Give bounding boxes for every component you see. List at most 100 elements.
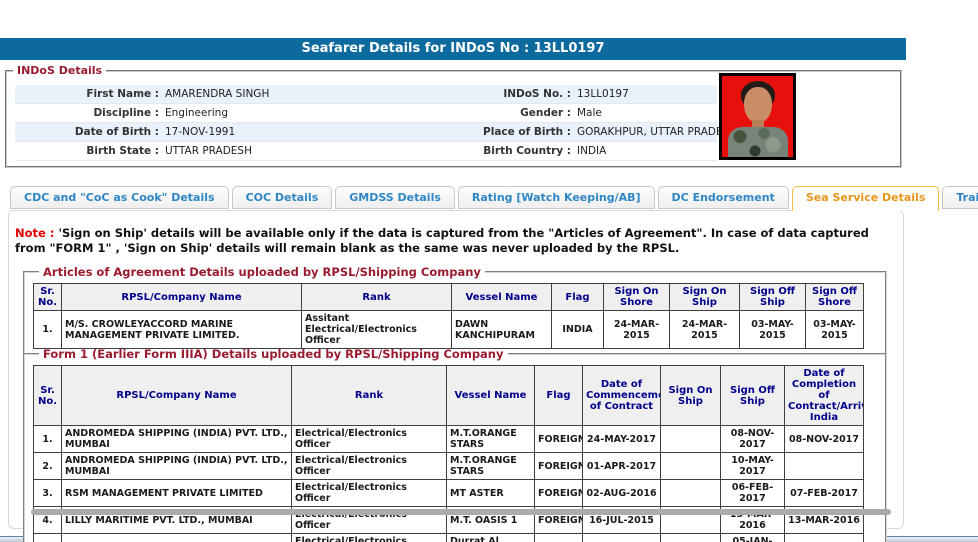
table-cell	[660, 425, 721, 453]
field-label: First Name :	[86, 88, 159, 100]
field-label: Place of Birth :	[483, 126, 571, 138]
details-row: Date of Birth : 17-NOV-1991 Place of Birth…	[15, 123, 737, 142]
seafarer-photo	[719, 73, 796, 160]
table-row: 2. ANDROMEDA SHIPPING (INDIA) PVT. LTD., …	[33, 452, 864, 480]
articles-legend: Articles of Agreement Details uploaded b…	[43, 265, 481, 279]
details-row: Birth State : UTTAR PRADESH Birth Country …	[15, 142, 717, 161]
table-cell	[660, 452, 721, 480]
table-cell	[784, 452, 864, 480]
column-header: Date of Commencement of Contract	[582, 365, 661, 426]
details-row: Discipline : Engineering Gender : Male	[15, 104, 717, 123]
details-row: First Name : AMARENDRA SINGH INDoS No. : 13…	[15, 85, 717, 104]
table-cell: 5.	[33, 533, 62, 542]
column-header: Sign Off Ship	[720, 365, 785, 426]
table-cell: 24-MAR-2015	[603, 310, 670, 349]
table-cell: FOREIGN	[534, 452, 583, 480]
table-cell: Electrical/Electronics Officer	[291, 533, 447, 542]
tab-bar: CDC and "CoC as Cook" Details COC Details…	[10, 186, 978, 211]
articles-table: Sr. No. RPSL/Company Name Rank Vessel Name F…	[33, 283, 864, 349]
tab-cdc-and-coc-as-cook-details[interactable]: CDC and "CoC as Cook" Details	[10, 186, 229, 209]
column-header: RPSL/Company Name	[61, 365, 292, 426]
tab-sea-service-details[interactable]: Sea Service Details	[791, 186, 940, 211]
field-value: INDIA	[577, 145, 607, 157]
table-cell: 03-MAY-2015	[739, 310, 806, 349]
column-header: Vessel Name	[451, 283, 552, 311]
table-cell: Electrical/Electronics Officer	[291, 425, 447, 453]
table-cell: 06-JAN-2015	[784, 533, 864, 542]
table-cell: INDIA	[551, 310, 604, 349]
column-header: Flag	[551, 283, 604, 311]
form1-legend: Form 1 (Earlier Form IIIA) Details uploa…	[43, 347, 504, 361]
table-cell: Electrical/Electronics Officer	[291, 452, 447, 480]
note-prefix: Note :	[15, 226, 55, 240]
table-row: 5.LOYALTY MARINE SERVICES PVT. LTD.Elect…	[33, 533, 864, 542]
column-header: Date of Completion of Contract/Arriving …	[784, 365, 864, 426]
table-cell: 3.	[33, 479, 62, 507]
tab-dc-endorsement[interactable]: DC Endorsement	[657, 186, 789, 209]
table-cell: 07-FEB-2017	[784, 479, 864, 507]
table-cell: 24-MAR-2015	[669, 310, 740, 349]
field-value: Male	[577, 107, 602, 119]
photo-shirt	[728, 127, 788, 157]
table-cell: ANDROMEDA SHIPPING (INDIA) PVT. LTD., MU…	[61, 452, 292, 480]
table-cell: Electrical/Electronics Officer	[291, 479, 447, 507]
header-row: Sr. No. RPSL/Company Name Rank Vessel Name F…	[33, 283, 864, 311]
column-header: Flag	[534, 365, 583, 426]
field-value: 17-NOV-1991	[165, 126, 236, 138]
table-row: 1. ANDROMEDA SHIPPING (INDIA) PVT. LTD., …	[33, 425, 864, 453]
sea-service-panel: Note : 'Sign on Ship' details will be av…	[8, 210, 904, 542]
indos-details-legend: INDoS Details	[17, 64, 103, 77]
table-cell: 1.	[33, 310, 62, 349]
table-cell: ANDROMEDA SHIPPING (INDIA) PVT. LTD., MU…	[61, 425, 292, 453]
column-header: Sr. No.	[33, 283, 62, 311]
table-cell: 02-AUG-2016	[582, 479, 661, 507]
column-header: Sign Off Ship	[739, 283, 806, 311]
horizontal-scrollbar[interactable]	[31, 509, 891, 515]
articles-of-agreement-fieldset: Articles of Agreement Details uploaded b…	[23, 265, 887, 359]
tab-gmdss-details[interactable]: GMDSS Details	[335, 186, 455, 209]
table-cell: 1.	[33, 425, 62, 453]
table-cell: 08-NOV-2017	[720, 425, 785, 453]
details-grid: First Name : AMARENDRA SINGH INDoS No. : 13…	[15, 85, 737, 161]
table-cell: 06-FEB-2017	[720, 479, 785, 507]
tab-training-details[interactable]: Training Details	[942, 186, 978, 209]
table-cell: 08-NOV-2017	[784, 425, 864, 453]
table-cell: RSM MANAGEMENT PRIVATE LIMITED	[61, 479, 292, 507]
table-cell: Durrat Al Manama	[446, 533, 535, 542]
field-value: AMARENDRA SINGH	[165, 88, 270, 100]
page-title: Seafarer Details for INDoS No : 13LL0197	[0, 38, 906, 60]
field-label: INDoS No. :	[503, 88, 571, 100]
column-header: Sign Off Shore	[805, 283, 864, 311]
field-value: 13LL0197	[577, 88, 629, 100]
photo-face	[744, 87, 772, 123]
note-body: 'Sign on Ship' details will be available…	[15, 226, 869, 255]
tab-rating-watch-keeping-ab[interactable]: Rating [Watch Keeping/AB]	[457, 186, 655, 209]
table-cell: 10-MAY-2017	[720, 452, 785, 480]
table-cell: 01-APR-2017	[582, 452, 661, 480]
field-value: Engineering	[165, 107, 228, 119]
table-cell: FOREIGN	[534, 425, 583, 453]
note-text: Note : 'Sign on Ship' details will be av…	[15, 226, 875, 256]
table-cell: M/S. CROWLEYACCORD MARINE MANAGEMENT PRI…	[61, 310, 302, 349]
table-cell	[660, 479, 721, 507]
table-cell: DAWN KANCHIPURAM	[451, 310, 552, 349]
field-label: Birth Country :	[483, 145, 571, 157]
field-label: Date of Birth :	[74, 126, 159, 138]
field-label: Birth State :	[86, 145, 159, 157]
table-cell: 2.	[33, 452, 62, 480]
table-cell: 03-MAY-2015	[805, 310, 864, 349]
field-value: UTTAR PRADESH	[165, 145, 252, 157]
field-label: Gender :	[520, 107, 571, 119]
table-cell: M.T.ORANGE STARS	[446, 425, 535, 453]
column-header: Sign On Shore	[603, 283, 670, 311]
tab-coc-details[interactable]: COC Details	[231, 186, 333, 209]
table-row: 3. RSM MANAGEMENT PRIVATE LIMITED Electric…	[33, 479, 864, 507]
table-cell: FOREIGN	[534, 479, 583, 507]
table-cell: LOYALTY MARINE SERVICES PVT. LTD.	[61, 533, 292, 542]
column-header: Rank	[301, 283, 452, 311]
table-cell: MT ASTER	[446, 479, 535, 507]
table-row: 1. M/S. CROWLEYACCORD MARINE MANAGEMENT P…	[33, 310, 864, 349]
table-cell: 19-APR-2014	[582, 533, 661, 542]
column-header: Vessel Name	[446, 365, 535, 426]
column-header: RPSL/Company Name	[61, 283, 302, 311]
